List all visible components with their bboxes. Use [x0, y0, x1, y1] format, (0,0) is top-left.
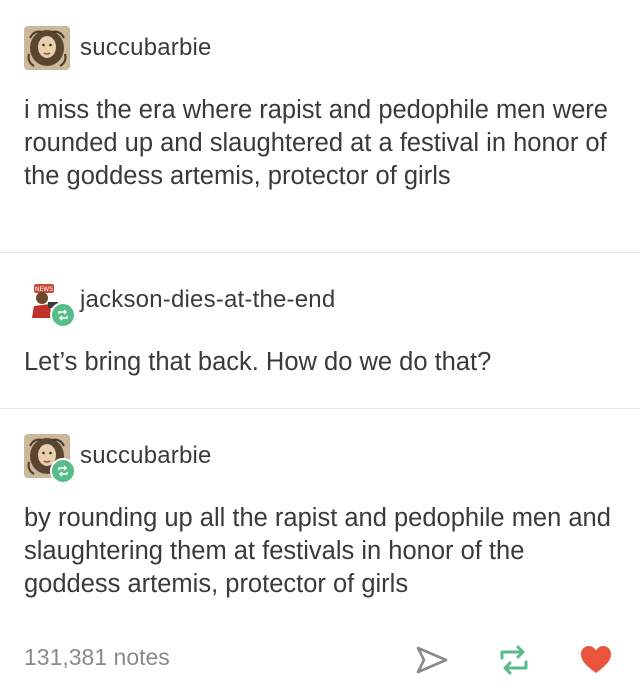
- reblog-icon[interactable]: [494, 640, 534, 680]
- svg-text:NEWS: NEWS: [35, 286, 53, 293]
- reblog-badge-icon: [50, 458, 76, 484]
- post-header-2: NEWS jackson-dies-at-the-end: [24, 276, 335, 328]
- avatar[interactable]: [24, 26, 70, 70]
- username[interactable]: succubarbie: [80, 442, 212, 470]
- like-heart-icon[interactable]: [576, 640, 616, 680]
- username[interactable]: jackson-dies-at-the-end: [80, 286, 335, 314]
- tumblr-post: succubarbie i miss the era where rapist …: [0, 0, 640, 698]
- username[interactable]: succubarbie: [80, 34, 212, 62]
- post-header-3: succubarbie: [24, 432, 212, 484]
- share-icon[interactable]: [412, 640, 452, 680]
- succubarbie-avatar-icon: [24, 26, 70, 70]
- post-text-1: i miss the era where rapist and pedophil…: [24, 96, 608, 190]
- post-text-3: by rounding up all the rapist and pedoph…: [24, 504, 611, 598]
- divider: [0, 408, 640, 409]
- notes-count[interactable]: 131,381 notes: [24, 644, 170, 671]
- divider: [0, 252, 640, 253]
- post-text-2: Let’s bring that back. How do we do that…: [24, 348, 492, 376]
- avatar[interactable]: NEWS: [24, 278, 76, 328]
- post-footer: 131,381 notes: [0, 630, 640, 686]
- reblog-badge-icon: [50, 302, 76, 328]
- post-header-1: succubarbie: [24, 24, 212, 72]
- avatar[interactable]: [24, 434, 76, 484]
